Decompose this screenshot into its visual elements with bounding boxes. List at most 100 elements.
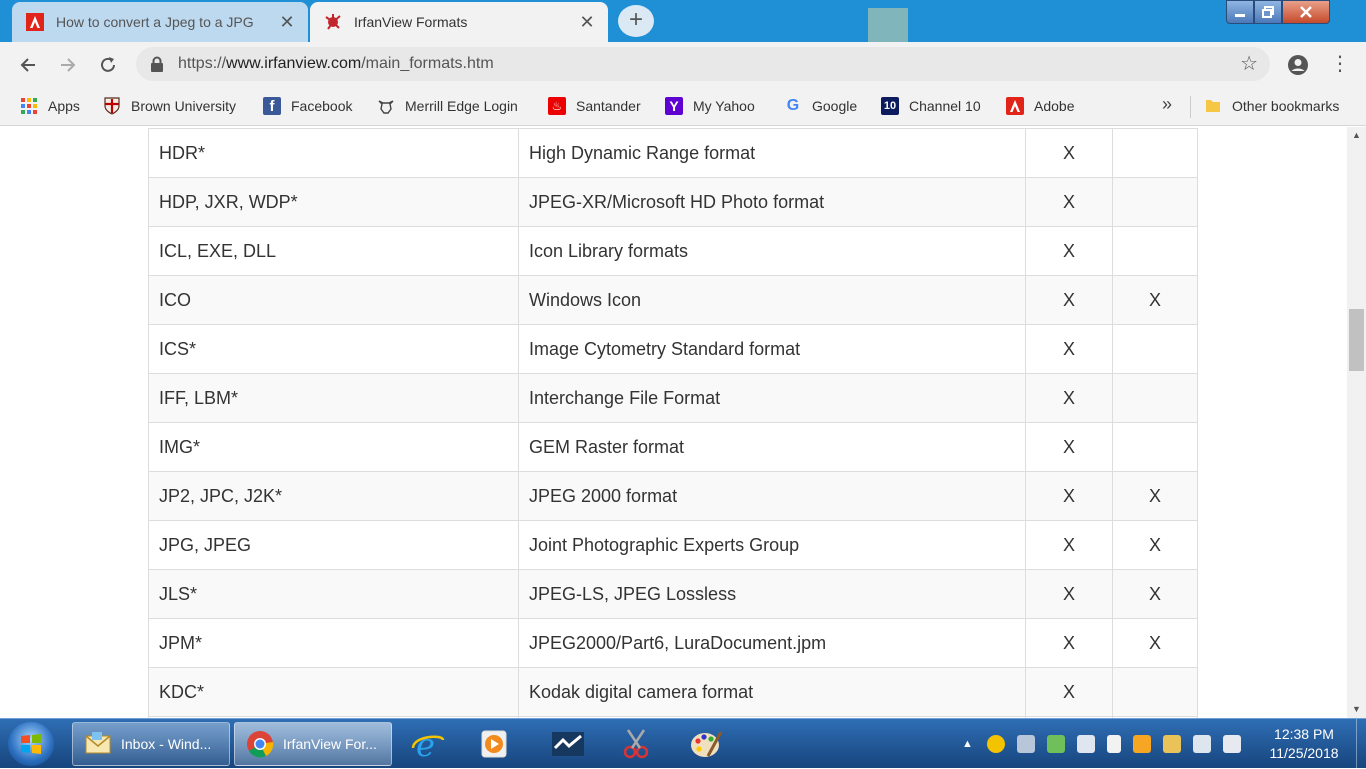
scroll-up-arrow-icon[interactable]: ▲	[1347, 127, 1366, 144]
start-button[interactable]	[8, 722, 54, 766]
format-read-cell: X	[1025, 177, 1113, 227]
reload-button[interactable]	[93, 50, 123, 80]
minimize-button[interactable]	[1226, 0, 1254, 24]
bookmarks-overflow-button[interactable]: »	[1162, 94, 1172, 115]
table-row: JPG, JPEG Joint Photographic Experts Grou…	[148, 520, 1198, 570]
format-read-cell: X	[1025, 471, 1113, 521]
format-extension-cell: KDC*	[148, 667, 519, 717]
bookmark-label: Adobe	[1034, 98, 1075, 114]
adobe-icon	[26, 13, 44, 31]
account-icon[interactable]	[1287, 54, 1309, 76]
google-icon: G	[786, 97, 800, 114]
browser-menu-icon[interactable]: ⋮	[1330, 50, 1350, 80]
format-write-cell	[1112, 667, 1198, 717]
yahoo-icon: Y	[665, 97, 683, 115]
tab-title: IrfanView Formats	[354, 14, 468, 30]
table-row: JPM* JPEG2000/Part6, LuraDocument.jpm X X	[148, 618, 1198, 668]
browser-toolbar: https://www.irfanview.com/main_formats.h…	[0, 42, 1366, 88]
reload-icon	[101, 57, 115, 72]
format-read-cell: X	[1025, 618, 1113, 668]
pen-tablet-icon[interactable]	[1132, 735, 1151, 753]
table-row: ICS* Image Cytometry Standard format X	[148, 324, 1198, 374]
media-player-icon[interactable]	[476, 726, 512, 762]
norton-check-icon[interactable]	[986, 735, 1005, 753]
safely-remove-icon[interactable]	[1046, 735, 1065, 753]
page-content[interactable]: HDR* High Dynamic Range format X HDP, JXR, …	[0, 127, 1347, 718]
format-read-cell: X	[1025, 422, 1113, 472]
tab-irfanview-formats[interactable]: IrfanView Formats ✕	[310, 2, 608, 42]
format-read-cell: X	[1025, 324, 1113, 374]
close-window-button[interactable]	[1282, 0, 1330, 24]
address-bar[interactable]: https://www.irfanview.com/main_formats.h…	[136, 47, 1270, 81]
taskbar-chrome-button[interactable]: IrfanView For...	[234, 722, 392, 766]
back-button[interactable]	[13, 50, 43, 80]
bookmark-star-icon[interactable]: ☆	[1240, 47, 1258, 81]
format-description-cell: JPEG 2000 format	[518, 471, 1026, 521]
url-host: www.irfanview.com	[226, 55, 362, 72]
restore-icon	[1262, 6, 1274, 18]
windows-logo-icon	[21, 734, 41, 754]
format-description-cell: Windows Icon	[518, 275, 1026, 325]
santander-flame-icon: ♨	[548, 97, 566, 115]
snipping-tool-icon[interactable]	[618, 726, 654, 762]
paint-icon[interactable]	[688, 726, 724, 762]
bookmark-brown-university[interactable]: Brown University	[103, 95, 236, 117]
restore-button[interactable]	[1254, 0, 1282, 24]
adobe-icon	[1006, 97, 1024, 115]
close-tab-icon[interactable]: ✕	[574, 12, 600, 33]
format-description-cell: JPEG-XR/Microsoft HD Photo format	[518, 177, 1026, 227]
table-row: JP2, JPC, J2K* JPEG 2000 format X X	[148, 471, 1198, 521]
bookmark-adobe[interactable]: Adobe	[1006, 95, 1074, 117]
internet-explorer-icon[interactable]: e	[410, 726, 446, 762]
network-icon[interactable]	[1222, 735, 1241, 753]
taskbar-inbox-button[interactable]: Inbox - Wind...	[72, 722, 230, 766]
bookmark-label: Facebook	[291, 98, 353, 114]
show-desktop-button[interactable]	[1356, 719, 1366, 769]
scrollbar-thumb[interactable]	[1349, 309, 1364, 371]
chart-app-icon[interactable]	[550, 726, 586, 762]
bookmark-channel-10[interactable]: 10 Channel 10	[881, 95, 981, 117]
volume-icon[interactable]	[1192, 735, 1211, 753]
format-write-cell	[1112, 373, 1198, 423]
folder-icon	[1206, 100, 1220, 112]
table-row: JLS* JPEG-LS, JPEG Lossless X X	[148, 569, 1198, 619]
scroll-down-arrow-icon[interactable]: ▼	[1347, 701, 1366, 718]
action-center-flag-icon[interactable]	[1106, 735, 1121, 753]
bookmark-apps[interactable]: Apps	[20, 95, 80, 117]
bookmark-label: Channel 10	[909, 98, 981, 114]
bookmark-my-yahoo[interactable]: Y My Yahoo	[665, 95, 755, 117]
channel10-icon: 10	[881, 97, 899, 115]
show-hidden-icons-icon[interactable]: ▲	[962, 738, 973, 750]
windows-taskbar: Inbox - Wind... IrfanView For... e ▲ 12:…	[0, 718, 1366, 769]
facebook-icon: f	[263, 97, 281, 115]
bookmark-label: Santander	[576, 98, 641, 114]
new-tab-button[interactable]: +	[618, 5, 654, 37]
network-devices-icon[interactable]	[1016, 735, 1035, 753]
tab-how-to-convert[interactable]: How to convert a Jpeg to a JPG ✕	[12, 2, 308, 42]
url-text: https://www.irfanview.com/main_formats.h…	[178, 47, 494, 81]
chrome-icon	[247, 731, 274, 758]
vertical-scrollbar[interactable]: ▲ ▼	[1347, 127, 1366, 718]
format-write-cell: X	[1112, 275, 1198, 325]
format-read-cell: X	[1025, 667, 1113, 717]
format-write-cell	[1112, 226, 1198, 276]
forward-button[interactable]	[53, 50, 83, 80]
people-icon[interactable]	[1076, 735, 1095, 753]
other-bookmarks[interactable]: Other bookmarks	[1204, 95, 1339, 117]
taskbar-button-label: IrfanView For...	[283, 736, 377, 752]
bookmark-santander[interactable]: ♨ Santander	[548, 95, 641, 117]
format-write-cell: X	[1112, 471, 1198, 521]
taskbar-clock[interactable]: 12:38 PM 11/25/2018	[1258, 725, 1350, 763]
format-write-cell	[1112, 177, 1198, 227]
format-read-cell: X	[1025, 128, 1113, 178]
bookmark-merrill-edge[interactable]: Merrill Edge Login	[377, 95, 518, 117]
tab-strip: How to convert a Jpeg to a JPG ✕ IrfanVi…	[0, 0, 1366, 42]
bookmark-google[interactable]: G Google	[784, 95, 857, 117]
bookmark-facebook[interactable]: f Facebook	[263, 95, 352, 117]
updates-icon[interactable]	[1162, 735, 1181, 753]
table-row: IFF, LBM* Interchange File Format X	[148, 373, 1198, 423]
clock-date: 11/25/2018	[1269, 745, 1339, 761]
close-tab-icon[interactable]: ✕	[274, 12, 300, 33]
bookmark-label: Merrill Edge Login	[405, 98, 518, 114]
bookmark-label: Google	[812, 98, 858, 114]
